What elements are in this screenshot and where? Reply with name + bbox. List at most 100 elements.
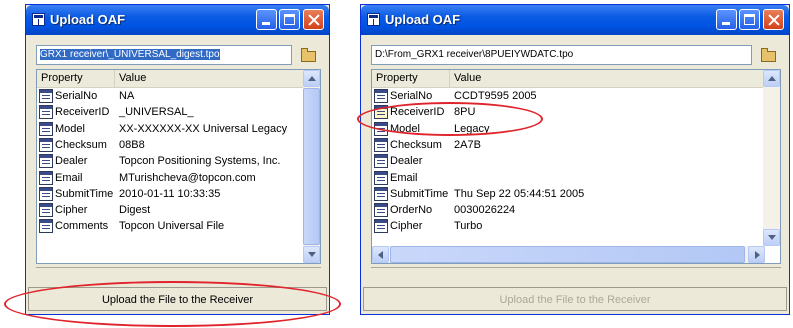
- property-name: ReceiverID: [55, 106, 110, 119]
- file-path-text: GRX1 receiver\_UNIVERSAL_digest.tpo: [40, 49, 220, 60]
- property-row[interactable]: SerialNo NA: [37, 88, 320, 104]
- property-name: Email: [55, 171, 83, 184]
- scroll-thumb[interactable]: [390, 246, 745, 263]
- maximize-button[interactable]: [279, 9, 300, 30]
- upload-to-receiver-button[interactable]: Upload the File to the Receiver: [28, 287, 327, 311]
- property-value: XX-XXXXXX-XX Universal Legacy: [119, 122, 288, 135]
- window-title: Upload OAF: [385, 12, 461, 27]
- property-row[interactable]: Cipher Digest: [37, 202, 320, 218]
- scroll-left-icon[interactable]: [372, 246, 389, 263]
- property-value: CCDT9595 2005: [454, 90, 537, 102]
- property-name: Checksum: [55, 138, 107, 151]
- property-row[interactable]: Model XX-XXXXXX-XX Universal Legacy: [37, 121, 320, 137]
- property-value: Turbo: [454, 220, 483, 233]
- vertical-scrollbar[interactable]: [303, 70, 320, 263]
- property-icon: [39, 203, 53, 218]
- property-row[interactable]: SerialNo CCDT9595 2005: [372, 88, 780, 104]
- close-button[interactable]: [763, 9, 784, 30]
- file-path-field[interactable]: D:\From_GRX1 receiver\8PUEIYWDATC.tpo: [371, 45, 752, 65]
- title-bar[interactable]: Upload OAF: [361, 5, 789, 35]
- property-icon: [39, 219, 53, 234]
- column-header-property[interactable]: Property: [37, 70, 115, 87]
- scroll-down-icon[interactable]: [303, 246, 320, 263]
- folder-open-icon: [301, 48, 316, 62]
- property-name: SerialNo: [55, 90, 98, 102]
- window-title: Upload OAF: [50, 12, 126, 27]
- property-value: MTurishcheva@topcon.com: [119, 171, 256, 184]
- property-value: _UNIVERSAL_: [119, 106, 194, 119]
- property-row[interactable]: OrderNo 0030026224: [372, 202, 780, 218]
- property-value: Topcon Positioning Systems, Inc.: [119, 155, 281, 168]
- property-name: Model: [55, 122, 85, 135]
- property-row[interactable]: Dealer: [372, 153, 780, 169]
- property-icon: [374, 219, 388, 234]
- property-row[interactable]: Cipher Turbo: [372, 218, 780, 234]
- property-icon: [374, 203, 388, 218]
- browse-folder-button[interactable]: [298, 44, 320, 66]
- property-value: Digest: [119, 204, 151, 217]
- minimize-button[interactable]: [716, 9, 737, 30]
- property-name: ReceiverID: [390, 106, 445, 119]
- property-value: 2A7B: [454, 138, 481, 151]
- upload-to-receiver-button[interactable]: Upload the File to the Receiver: [363, 287, 787, 311]
- browse-folder-button[interactable]: [758, 44, 780, 66]
- property-icon: [374, 105, 388, 120]
- property-row[interactable]: ReceiverID _UNIVERSAL_: [37, 104, 320, 120]
- property-icon: [39, 121, 53, 136]
- property-row[interactable]: Email MTurishcheva@topcon.com: [37, 170, 320, 186]
- property-name: SubmitTime: [55, 187, 114, 200]
- property-icon: [374, 137, 388, 152]
- vertical-scrollbar[interactable]: [763, 70, 780, 246]
- property-icon: [39, 137, 53, 152]
- property-row[interactable]: Checksum 2A7B: [372, 137, 780, 153]
- column-header-value[interactable]: Value: [450, 70, 765, 87]
- property-row[interactable]: Checksum 08B8: [37, 137, 320, 153]
- close-button[interactable]: [303, 9, 324, 30]
- property-value: 0030026224: [454, 204, 516, 217]
- property-name: Dealer: [390, 155, 423, 168]
- upload-oaf-window-left: Upload OAF GRX1 receiver\_UNIVERSAL_dige…: [25, 4, 330, 315]
- property-icon: [374, 154, 388, 169]
- property-row[interactable]: ReceiverID 8PU: [372, 104, 780, 120]
- status-bar: [36, 267, 321, 284]
- file-path-text: D:\From_GRX1 receiver\8PUEIYWDATC.tpo: [375, 49, 574, 60]
- property-icon: [374, 186, 388, 201]
- file-path-field[interactable]: GRX1 receiver\_UNIVERSAL_digest.tpo: [36, 45, 292, 65]
- horizontal-scrollbar[interactable]: [372, 246, 765, 263]
- property-name: OrderNo: [390, 204, 433, 217]
- scroll-down-icon[interactable]: [763, 229, 780, 246]
- list-header: Property Value: [372, 70, 780, 88]
- property-row[interactable]: SubmitTime 2010-01-11 10:33:35: [37, 186, 320, 202]
- property-list: Property Value SerialNo NA ReceiverID _UNIV…: [36, 69, 321, 264]
- column-header-value[interactable]: Value: [115, 70, 305, 87]
- app-icon: [367, 13, 380, 26]
- property-icon: [39, 154, 53, 169]
- scroll-up-icon[interactable]: [303, 70, 320, 87]
- scroll-right-icon[interactable]: [748, 246, 765, 263]
- scroll-up-icon[interactable]: [763, 70, 780, 87]
- maximize-button[interactable]: [739, 9, 760, 30]
- scroll-thumb[interactable]: [303, 88, 320, 245]
- property-name: Cipher: [55, 204, 88, 217]
- property-value: Topcon Universal File: [119, 220, 225, 233]
- property-row[interactable]: SubmitTime Thu Sep 22 05:44:51 2005: [372, 186, 780, 202]
- column-header-property[interactable]: Property: [372, 70, 450, 87]
- property-row[interactable]: Dealer Topcon Positioning Systems, Inc.: [37, 153, 320, 169]
- property-name: SubmitTime: [390, 187, 449, 200]
- minimize-button[interactable]: [256, 9, 277, 30]
- property-row[interactable]: Comments Topcon Universal File: [37, 218, 320, 234]
- property-name: Dealer: [55, 155, 88, 168]
- property-name: Email: [390, 171, 418, 184]
- property-value: Thu Sep 22 05:44:51 2005: [454, 187, 585, 200]
- property-icon: [374, 89, 388, 103]
- property-name: Checksum: [390, 138, 442, 151]
- property-icon: [374, 121, 388, 136]
- property-row[interactable]: Email: [372, 170, 780, 186]
- title-bar[interactable]: Upload OAF: [26, 5, 329, 35]
- property-value: 8PU: [454, 106, 476, 119]
- property-name: SerialNo: [390, 90, 433, 102]
- property-name: Cipher: [390, 220, 423, 233]
- property-row[interactable]: Model Legacy: [372, 121, 780, 137]
- property-list: Property Value SerialNo CCDT9595 2005 Rece…: [371, 69, 781, 264]
- status-bar: [371, 267, 781, 284]
